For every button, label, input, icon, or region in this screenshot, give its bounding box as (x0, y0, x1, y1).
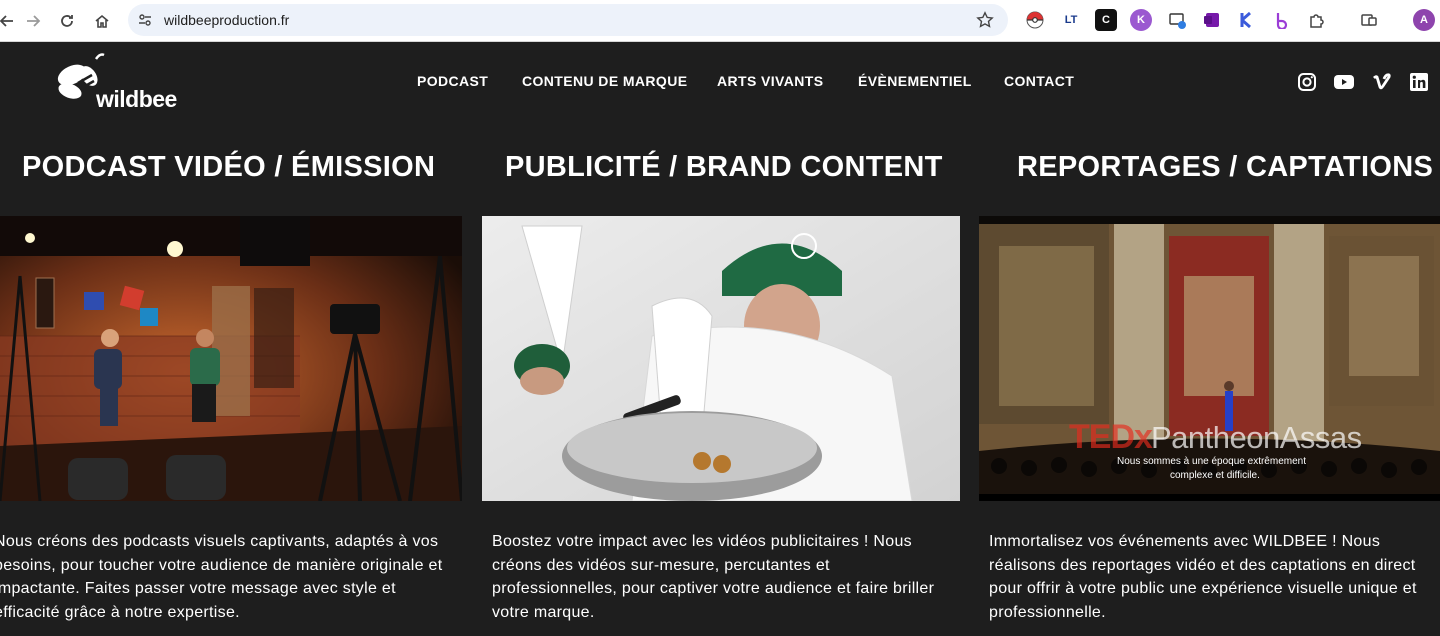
tab-search-icon[interactable] (1358, 9, 1380, 31)
nav-podcast[interactable]: PODCAST (417, 73, 488, 89)
c-extension-icon[interactable]: C (1095, 9, 1117, 31)
instagram-icon[interactable] (1297, 72, 1317, 92)
back-arrow-icon (0, 15, 13, 27)
nav-arts-vivants[interactable]: ARTS VIVANTS (717, 73, 823, 89)
tedx-event-name: PantheonAssas (1151, 420, 1362, 455)
browser-toolbar: wildbeeproduction.fr LT C K A (0, 0, 1440, 42)
youtube-icon[interactable] (1333, 72, 1355, 92)
k-extension-icon[interactable] (1236, 9, 1258, 31)
bookmark-star-icon[interactable] (976, 11, 994, 29)
column-text-reportages: Immortalisez vos événements avec WILDBEE… (989, 533, 1417, 621)
video-subtitle-line-1: Nous sommes à une époque extrêmement (1117, 456, 1306, 467)
k-circle-extension-icon[interactable]: K (1130, 9, 1152, 31)
site-page: wildbee PODCAST CONTENU DE MARQUE ARTS V… (0, 43, 1440, 636)
column-title-podcast: PODCAST VIDÉO / ÉMISSION (22, 151, 436, 183)
profile-avatar[interactable]: A (1413, 9, 1435, 31)
podcast-studio-photo[interactable] (0, 216, 462, 501)
column-text-podcast: Nous créons des podcasts visuels captiva… (0, 533, 443, 621)
onenote-extension-icon[interactable] (1201, 9, 1223, 31)
linkedin-icon[interactable] (1409, 72, 1429, 92)
pokeball-extension-icon[interactable] (1024, 9, 1046, 31)
column-title-publicite: PUBLICITÉ / BRAND CONTENT (505, 151, 943, 183)
nav-evenementiel[interactable]: ÉVÈNEMENTIEL (858, 73, 972, 89)
nav-contenu-de-marque[interactable]: CONTENU DE MARQUE (522, 73, 687, 89)
address-bar[interactable]: wildbeeproduction.fr (128, 4, 1008, 36)
reload-button[interactable] (54, 8, 80, 34)
back-button[interactable] (0, 8, 20, 34)
window-extension-icon[interactable] (1166, 9, 1188, 31)
lt-extension-icon[interactable]: LT (1060, 9, 1082, 31)
column-title-reportages: REPORTAGES / CAPTATIONS (1017, 151, 1434, 183)
puzzle-extensions-icon[interactable] (1306, 9, 1328, 31)
wildbee-logo[interactable]: wildbee (56, 53, 186, 115)
forward-arrow-icon (27, 15, 41, 27)
home-button[interactable] (89, 8, 115, 34)
url-text[interactable]: wildbeeproduction.fr (164, 12, 289, 28)
logo-wordmark: wildbee (96, 86, 177, 112)
pastry-chef-photo[interactable] (482, 216, 960, 501)
b-extension-icon[interactable] (1271, 9, 1293, 31)
column-text-publicite: Boostez votre impact avec les vidéos pub… (492, 533, 935, 621)
nav-contact[interactable]: CONTACT (1004, 73, 1074, 89)
home-icon (95, 14, 109, 28)
tedx-logo-text: TEDx (1069, 418, 1153, 456)
video-subtitle-line-2: complexe et difficile. (1170, 470, 1260, 481)
forward-button[interactable] (20, 8, 46, 34)
vimeo-icon[interactable] (1372, 72, 1392, 92)
reload-icon (61, 15, 73, 27)
site-settings-icon[interactable] (137, 12, 153, 28)
tedx-event-photo[interactable]: TEDx PantheonAssas Nous sommes à une épo… (979, 216, 1440, 501)
